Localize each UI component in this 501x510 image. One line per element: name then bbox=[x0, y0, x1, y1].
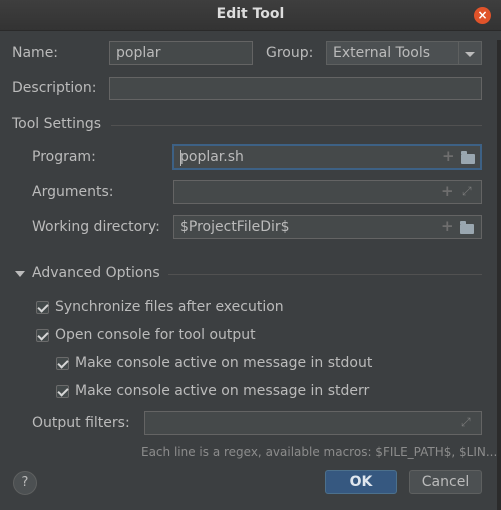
description-input[interactable] bbox=[109, 77, 482, 100]
sync-files-checkbox[interactable] bbox=[36, 301, 49, 314]
cancel-button[interactable]: Cancel bbox=[409, 470, 482, 494]
open-console-label[interactable]: Open console for tool output bbox=[55, 327, 256, 343]
advanced-options-separator bbox=[168, 274, 482, 275]
plus-icon[interactable]: + bbox=[441, 182, 454, 200]
text-caret bbox=[180, 150, 181, 166]
window-title: Edit Tool bbox=[216, 6, 285, 22]
output-filters-hint: Each line is a regex, available macros: … bbox=[141, 445, 498, 459]
help-icon[interactable]: ? bbox=[13, 471, 37, 495]
open-console-checkbox[interactable] bbox=[36, 329, 49, 342]
program-input[interactable]: poplar.sh + bbox=[172, 144, 482, 170]
background-window-edge bbox=[497, 40, 501, 510]
working-directory-label: Working directory: bbox=[32, 219, 160, 235]
expand-icon[interactable]: ⤢ bbox=[462, 184, 472, 199]
working-directory-input[interactable]: $ProjectFileDir$ + bbox=[173, 215, 482, 239]
program-label: Program: bbox=[32, 149, 96, 165]
output-filters-input[interactable]: ⤢ bbox=[144, 411, 482, 435]
output-filters-label: Output filters: bbox=[32, 415, 130, 431]
close-icon[interactable]: × bbox=[474, 7, 491, 24]
plus-icon[interactable]: + bbox=[442, 147, 455, 165]
folder-icon[interactable] bbox=[460, 221, 474, 234]
name-value: poplar bbox=[116, 45, 161, 61]
ok-button[interactable]: OK bbox=[325, 470, 397, 494]
active-stderr-checkbox[interactable] bbox=[56, 385, 69, 398]
arguments-input[interactable]: + ⤢ bbox=[173, 180, 482, 204]
advanced-options-title[interactable]: Advanced Options bbox=[32, 265, 160, 281]
group-label: Group: bbox=[266, 45, 314, 61]
tool-settings-title: Tool Settings bbox=[12, 116, 102, 132]
group-select[interactable]: External Tools bbox=[326, 41, 482, 65]
group-value: External Tools bbox=[333, 45, 431, 61]
dropdown-arrow-icon[interactable] bbox=[458, 42, 481, 64]
expand-icon[interactable]: ⤢ bbox=[461, 415, 471, 430]
name-input[interactable]: poplar bbox=[109, 41, 253, 65]
plus-icon[interactable]: + bbox=[441, 217, 454, 235]
description-label: Description: bbox=[12, 80, 97, 96]
active-stderr-label[interactable]: Make console active on message in stderr bbox=[75, 383, 369, 399]
program-value: poplar.sh bbox=[180, 149, 244, 165]
sync-files-label[interactable]: Synchronize files after execution bbox=[55, 299, 284, 315]
active-stdout-checkbox[interactable] bbox=[56, 357, 69, 370]
active-stdout-label[interactable]: Make console active on message in stdout bbox=[75, 355, 372, 371]
tool-settings-separator bbox=[111, 125, 482, 126]
working-directory-value: $ProjectFileDir$ bbox=[180, 219, 290, 235]
name-label: Name: bbox=[12, 45, 59, 61]
collapse-triangle-icon[interactable] bbox=[15, 271, 25, 277]
folder-icon[interactable] bbox=[461, 151, 475, 164]
arguments-label: Arguments: bbox=[32, 184, 114, 200]
title-bar: Edit Tool × bbox=[0, 0, 501, 31]
